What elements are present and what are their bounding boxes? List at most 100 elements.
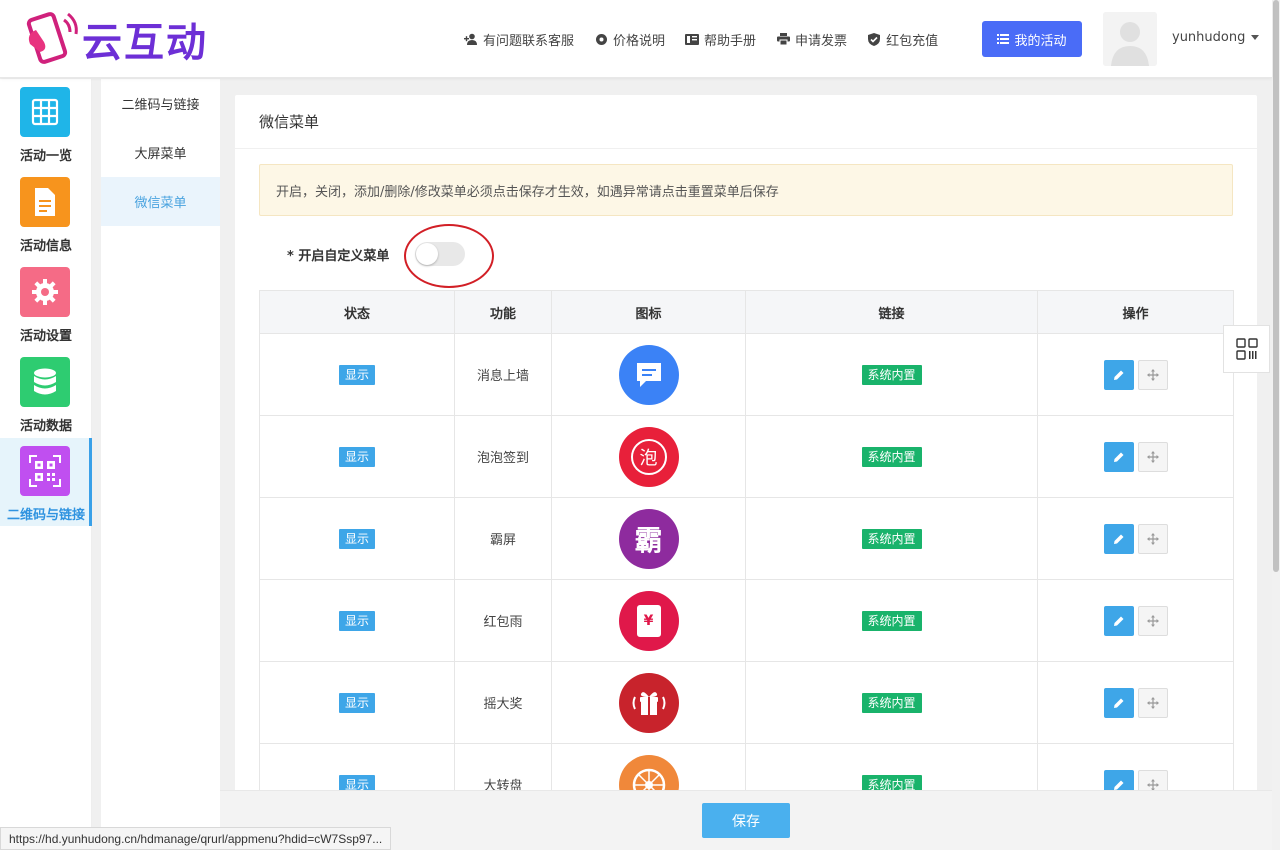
status-badge[interactable]: 显示 — [339, 528, 375, 549]
edit-button[interactable] — [1103, 687, 1134, 718]
sub-menu: 二维码与链接 大屏菜单 微信菜单 — [101, 79, 220, 850]
custom-menu-toggle-row: * 开启自定义菜单 — [287, 242, 466, 266]
edit-button[interactable] — [1103, 523, 1134, 554]
toggle-label: * 开启自定义菜单 — [287, 248, 390, 264]
status-badge[interactable]: 显示 — [339, 364, 375, 385]
nav-label: 价格说明 — [613, 33, 666, 49]
pencil-icon — [1113, 616, 1123, 626]
drag-handle[interactable] — [1137, 441, 1168, 472]
edit-button[interactable] — [1103, 605, 1134, 636]
gear-icon — [20, 267, 70, 317]
column-header: 状态 — [259, 290, 455, 334]
status-badge[interactable]: 显示 — [339, 446, 375, 467]
icon-glyph: 霸 — [634, 523, 663, 557]
pencil-icon — [1113, 370, 1123, 380]
brand-logo[interactable]: 云互动 — [20, 10, 208, 68]
function-name: 摇大奖 — [454, 661, 552, 744]
drag-handle[interactable] — [1137, 687, 1168, 718]
person-add-icon — [464, 32, 478, 46]
submenu-item-wechat-menu[interactable]: 微信菜单 — [101, 177, 220, 226]
bapin-icon: 霸 — [618, 508, 679, 569]
nav-help-manual[interactable]: 帮助手册 — [685, 30, 756, 49]
submenu-item-qrcode-links[interactable]: 二维码与链接 — [101, 79, 220, 128]
top-navigation: 有问题联系客服 价格说明 帮助手册 申请发票 红包充值 — [464, 22, 958, 56]
status-badge[interactable]: 显示 — [339, 610, 375, 631]
edit-button[interactable] — [1103, 441, 1134, 472]
caret-down-icon — [1251, 35, 1260, 40]
table-row: 显示 红包雨 ¥ 系统内置 — [259, 579, 1234, 662]
nav-invoice[interactable]: 申请发票 — [776, 30, 847, 49]
row-actions — [1103, 441, 1168, 472]
avatar[interactable] — [1103, 12, 1157, 66]
nav-pricing[interactable]: 价格说明 — [594, 30, 665, 49]
sidebar-item-activity-data[interactable]: 活动数据 — [0, 349, 92, 437]
menu-table: 状态 功能 图标 链接 操作 显示 消息上墙 系统内置 显示 泡泡签到 泡 系统… — [259, 290, 1234, 795]
sidebar-item-activity-settings[interactable]: 活动设置 — [0, 259, 92, 347]
sidebar-item-label: 活动数据 — [19, 419, 72, 434]
function-name: 消息上墙 — [454, 333, 552, 416]
move-icon — [1146, 532, 1159, 545]
status-badge[interactable]: 显示 — [339, 692, 375, 713]
browser-status-url: https://hd.yunhudong.cn/hdmanage/qrurl/a… — [0, 827, 392, 850]
nav-label: 帮助手册 — [704, 33, 757, 49]
drag-handle[interactable] — [1137, 359, 1168, 390]
wheel-icon — [618, 754, 679, 795]
page-scrollbar[interactable] — [1272, 0, 1280, 850]
function-name: 红包雨 — [454, 579, 552, 662]
row-actions — [1103, 523, 1168, 554]
function-name: 大转盘 — [454, 743, 552, 795]
red-envelope-icon: ¥ — [618, 590, 679, 651]
link-badge: 系统内置 — [861, 528, 922, 549]
pencil-icon — [1113, 452, 1123, 462]
shield-check-icon — [867, 32, 881, 46]
submenu-item-screen-menu[interactable]: 大屏菜单 — [101, 128, 220, 177]
switch-knob — [416, 243, 439, 265]
save-button[interactable]: 保存 — [702, 803, 790, 838]
move-icon — [1146, 614, 1159, 627]
chat-bubble-icon — [618, 344, 679, 405]
custom-menu-switch[interactable] — [415, 242, 466, 266]
row-actions — [1103, 605, 1168, 636]
row-actions — [1103, 687, 1168, 718]
move-icon — [1146, 778, 1159, 791]
grid-icon — [20, 87, 70, 137]
printer-icon — [776, 32, 790, 46]
qrcode-icon — [20, 446, 70, 496]
table-header-row: 状态 功能 图标 链接 操作 — [259, 290, 1234, 334]
nav-redpacket-recharge[interactable]: 红包充值 — [867, 30, 938, 49]
brand-name: 云互动 — [82, 20, 208, 66]
top-header: 云互动 有问题联系客服 价格说明 帮助手册 申请发票 红包充值 我的活动 yun… — [0, 0, 1272, 78]
table-row: 显示 霸屏 霸 系统内置 — [259, 497, 1234, 580]
nav-contact-support[interactable]: 有问题联系客服 — [464, 30, 574, 49]
user-menu[interactable]: yunhudong — [1172, 30, 1260, 45]
qrcode-icon — [1235, 338, 1258, 360]
column-header: 图标 — [551, 290, 746, 334]
pencil-icon — [1113, 780, 1123, 790]
link-badge: 系统内置 — [861, 364, 922, 385]
table-row: 显示 摇大奖 系统内置 — [259, 661, 1234, 744]
row-actions — [1103, 359, 1168, 390]
username: yunhudong — [1172, 30, 1246, 45]
scrollbar-thumb[interactable] — [1273, 0, 1279, 572]
icon-glyph: ¥ — [636, 604, 661, 637]
sidebar-item-activity-overview[interactable]: 活动一览 — [0, 79, 92, 167]
list-icon — [997, 34, 1010, 44]
column-header: 操作 — [1037, 290, 1234, 334]
notice-banner: 开启，关闭，添加/删除/修改菜单必须点击保存才生效，如遇异常请点击重置菜单后保存 — [259, 164, 1233, 216]
drag-handle[interactable] — [1137, 605, 1168, 636]
table-row: 显示 泡泡签到 泡 系统内置 — [259, 415, 1234, 498]
column-header: 链接 — [745, 290, 1038, 334]
edit-button[interactable] — [1103, 359, 1134, 390]
page-title: 微信菜单 — [235, 95, 1257, 149]
qrcode-float-button[interactable] — [1223, 325, 1270, 373]
drag-handle[interactable] — [1137, 523, 1168, 554]
gear-icon — [594, 32, 608, 46]
nav-label: 申请发票 — [795, 33, 848, 49]
phone-logo-icon — [20, 10, 80, 68]
sidebar-item-qrcode-links[interactable]: 二维码与链接 — [0, 438, 92, 526]
icon-glyph: 泡 — [630, 438, 667, 475]
sidebar-item-activity-info[interactable]: 活动信息 — [0, 169, 92, 257]
my-activity-button[interactable]: 我的活动 — [982, 21, 1082, 57]
main-sidebar: 活动一览 活动信息 活动设置 活动数据 二维码与链接 — [0, 79, 92, 850]
sidebar-item-label: 二维码与链接 — [6, 508, 85, 523]
